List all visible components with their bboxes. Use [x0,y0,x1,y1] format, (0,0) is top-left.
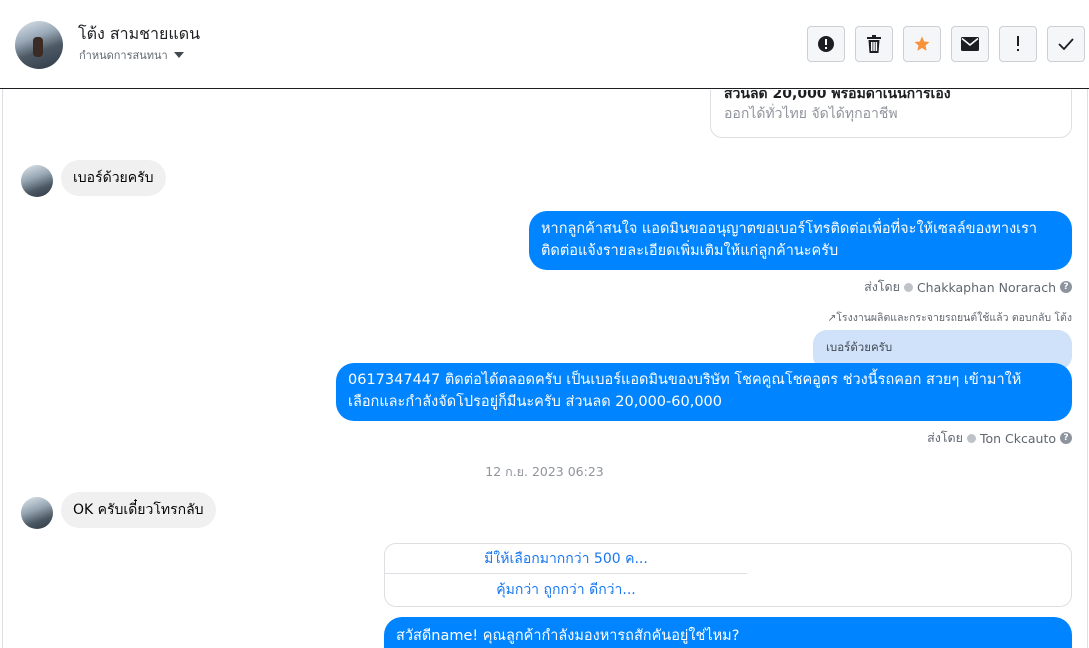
sent-by-prefix: ส่งโดย [927,430,963,445]
message-line: 0617347447 ติดต่อได้ตลอดครับ เป็นเบอร์แอ… [348,372,1022,388]
quick-reply-option[interactable]: คุ้มกว่า ถูกกว่า ดีกว่า... [385,575,747,605]
mark-done-button[interactable] [1047,26,1085,62]
exclamation-icon [1017,36,1019,51]
reply-note: ↗โรงงานผลิตและกระจายรถยนต์ใช้แล้ว ตอบกลั… [827,309,1072,326]
outgoing-message: สวัสดีname! คุณลูกค้ากำลังมองหารถสักคันอ… [384,617,1072,648]
reply-note-text: โรงงานผลิตและกระจายรถยนต์ใช้แล้ว ตอบกลับ… [836,312,1072,324]
mark-unread-button[interactable] [951,26,989,62]
message-line: เลือกและกำลังจัดโปรอยู่ก็มีนะครับ ส่วนลด… [348,394,722,410]
outgoing-message: 0617347447 ติดต่อได้ตลอดครับ เป็นเบอร์แอ… [336,363,1072,421]
sender-name[interactable]: Chakkaphan Norarach [917,280,1056,295]
conversation-header: โต้ง สามชายแดน กำหนดการสนทนา [0,0,1089,89]
delete-button[interactable] [855,26,893,62]
verified-icon [966,433,976,443]
quick-reply-card: มีให้เลือกมากกว่า 500 ค... คุ้มกว่า ถูกก… [384,543,1072,607]
star-icon [914,36,930,51]
message-line: สวัสดีname! คุณลูกค้ากำลังมองหารถสักคันอ… [396,628,740,644]
reply-icon: ↗ [827,312,837,324]
schedule-dropdown[interactable]: กำหนดการสนทนา [79,46,184,64]
sent-by-prefix: ส่งโดย [864,279,900,294]
schedule-label: กำหนดการสนทนา [79,49,168,62]
card-subtext: ออกได้ทั่วไทย จัดได้ทุกอาชีพ [724,106,898,122]
follow-up-button[interactable] [999,26,1037,62]
contact-name[interactable]: โต้ง สามชายแดน [78,22,200,47]
trash-icon [867,35,881,53]
chevron-down-icon [173,52,184,58]
avatar [21,497,53,529]
envelope-icon [961,37,979,51]
avatar [21,165,53,197]
verified-icon [903,282,913,292]
star-button[interactable] [903,26,941,62]
message-line: ติดต่อแจ้งรายละเอียดเพิ่มเติมให้แก่ลูกค้… [541,243,839,259]
timestamp: 12 ก.ย. 2023 06:23 [485,464,604,479]
sent-by: ส่งโดย Chakkaphan Norarach ? [864,277,1072,297]
outgoing-message: หากลูกค้าสนใจ แอดมินขออนุญาตขอเบอร์โทรติ… [529,211,1072,270]
divider [385,573,747,574]
sender-name[interactable]: Ton Ckcauto [980,431,1056,446]
quick-reply-option[interactable]: มีให้เลือกมากกว่า 500 ค... [385,544,747,573]
spam-alert-icon [818,36,834,52]
incoming-message: เบอร์ด้วยครับ [61,160,166,196]
message-card: ส่วนลด 20,000 พร้อมดำเนินการเอง ออกได้ทั… [710,90,1072,138]
spam-button[interactable] [807,26,845,62]
message-thread[interactable]: ส่วนลด 20,000 พร้อมดำเนินการเอง ออกได้ทั… [0,90,1089,648]
incoming-message: OK ครับเดี๋ยวโทรกลับ [61,492,216,528]
sent-by: ส่งโดย Ton Ckcauto ? [927,428,1072,448]
help-icon[interactable]: ? [1060,281,1072,293]
message-line: หากลูกค้าสนใจ แอดมินขออนุญาตขอเบอร์โทรติ… [541,221,1038,237]
help-icon[interactable]: ? [1060,432,1072,444]
checkmark-icon [1058,38,1074,50]
avatar[interactable] [15,21,63,69]
